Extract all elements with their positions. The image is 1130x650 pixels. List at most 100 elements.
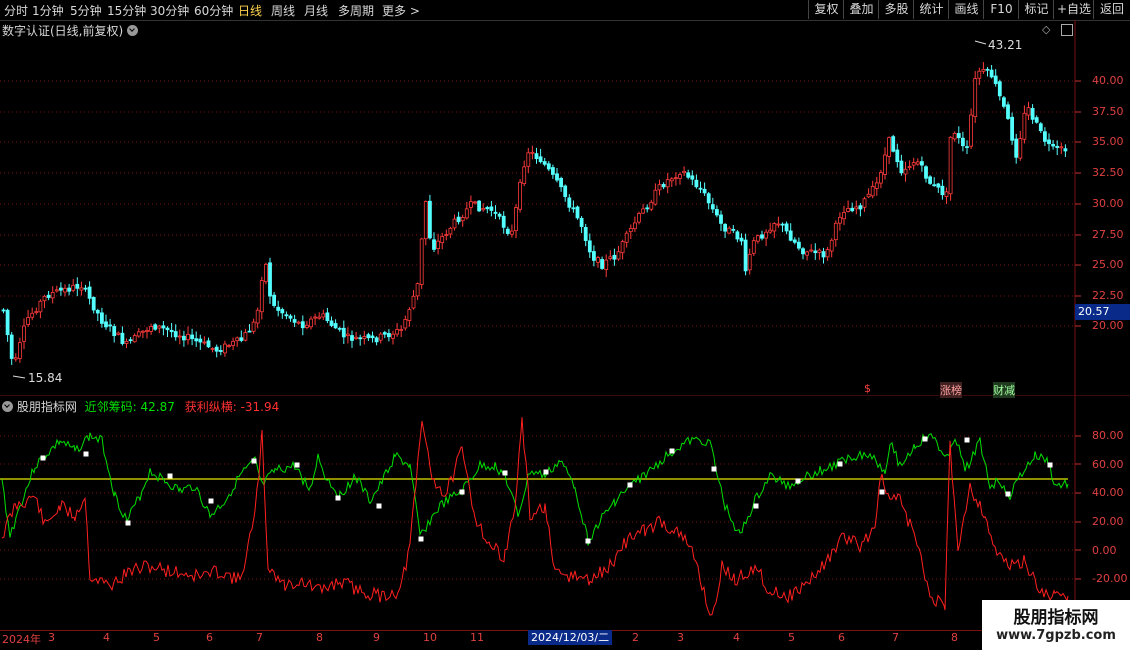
- candle-body: [678, 174, 682, 179]
- indicator-tick: 0.00: [1092, 544, 1117, 557]
- candle-body: [489, 206, 494, 211]
- candle-body: [83, 287, 88, 290]
- candle-body: [1026, 107, 1031, 116]
- candle-body: [862, 198, 867, 208]
- candle-body: [358, 337, 363, 340]
- x-label: 10: [423, 631, 437, 644]
- period-daily[interactable]: 日线: [238, 2, 262, 19]
- candle-body: [1002, 97, 1006, 107]
- candle-body: [973, 78, 978, 117]
- x-label: 6: [206, 631, 213, 644]
- back-button[interactable]: 返回: [1093, 0, 1130, 19]
- candle-body: [641, 208, 645, 214]
- statistics-button[interactable]: 统计: [913, 0, 949, 19]
- candle-body: [497, 213, 502, 217]
- period-monthly[interactable]: 月线: [304, 2, 328, 19]
- candle-body: [190, 334, 195, 340]
- candle-body: [797, 241, 801, 249]
- candle-body: [1063, 148, 1068, 152]
- candle-body: [1014, 138, 1019, 158]
- candle-body: [575, 206, 580, 219]
- candle-body: [38, 300, 43, 313]
- period-5min[interactable]: 5分钟: [70, 2, 102, 19]
- candle-body: [456, 216, 461, 223]
- indicator-tick: 20.00: [1092, 515, 1124, 528]
- candle-body: [858, 205, 863, 210]
- candle-body: [104, 321, 108, 328]
- candle-body: [460, 216, 465, 222]
- low-price-label: 15.84: [28, 371, 63, 385]
- candle-body: [587, 240, 592, 253]
- candle-body: [239, 337, 244, 341]
- candle-body: [813, 250, 818, 254]
- indicator-tick: 40.00: [1092, 486, 1124, 499]
- x-label: 4: [733, 631, 740, 644]
- candle-body: [1043, 131, 1047, 142]
- candle-body: [764, 231, 768, 239]
- candle-body: [493, 211, 498, 214]
- candle-body: [977, 70, 982, 79]
- candle-body: [231, 340, 236, 346]
- candle-body: [805, 251, 809, 256]
- candle-body: [1030, 108, 1035, 120]
- candle-body: [42, 295, 47, 302]
- period-intraday[interactable]: 分时: [4, 2, 28, 19]
- candle-body: [723, 223, 727, 232]
- period-1min[interactable]: 1分钟: [32, 2, 64, 19]
- candle-body: [50, 292, 55, 299]
- candle-body: [378, 333, 383, 341]
- candle-body: [883, 154, 887, 175]
- candle-body: [514, 207, 518, 232]
- candle-body: [760, 234, 764, 239]
- indicator-chart[interactable]: [0, 396, 1130, 630]
- candle-body: [915, 161, 920, 165]
- candle-body: [210, 348, 215, 350]
- candlestick-chart[interactable]: [0, 20, 1130, 396]
- candle-body: [1051, 143, 1055, 147]
- draw-line-button[interactable]: 画线: [948, 0, 984, 19]
- indicator-line-green: [1, 432, 1069, 546]
- candle-body: [1010, 116, 1014, 141]
- candle-body: [436, 240, 441, 249]
- candle-body: [276, 306, 281, 311]
- adjust-button[interactable]: 复权: [808, 0, 844, 19]
- candle-body: [149, 326, 154, 332]
- overlay-button[interactable]: 叠加: [843, 0, 879, 19]
- price-tick: 30.00: [1092, 197, 1124, 210]
- candle-body: [522, 166, 527, 184]
- signal-marker: [753, 503, 759, 509]
- candle-body: [706, 193, 711, 204]
- candle-body: [698, 187, 703, 190]
- f10-button[interactable]: F10: [983, 0, 1019, 19]
- indicator-tick: -20.00: [1092, 572, 1128, 585]
- candle-body: [936, 183, 941, 188]
- candle-body: [969, 114, 973, 147]
- candle-body: [473, 201, 477, 204]
- mark-button[interactable]: 标记: [1018, 0, 1054, 19]
- period-weekly[interactable]: 周线: [271, 2, 295, 19]
- add-favorite-button[interactable]: +自选: [1053, 0, 1094, 19]
- candle-body: [1034, 117, 1039, 123]
- period-15min[interactable]: 15分钟: [107, 2, 146, 19]
- candle-body: [247, 330, 252, 333]
- period-more[interactable]: 更多 >: [382, 2, 420, 19]
- candle-body: [891, 136, 896, 152]
- candle-body: [1, 309, 6, 312]
- candle-body: [948, 136, 953, 195]
- candle-body: [563, 185, 568, 197]
- period-60min[interactable]: 60分钟: [194, 2, 233, 19]
- period-multi[interactable]: 多周期: [338, 2, 374, 19]
- candle-body: [67, 287, 71, 292]
- candle-body: [768, 229, 773, 233]
- candle-body: [633, 222, 637, 230]
- candle-body: [112, 326, 117, 337]
- candle-body: [702, 188, 707, 194]
- multi-stock-button[interactable]: 多股: [878, 0, 914, 19]
- candle-body: [731, 228, 736, 231]
- period-30min[interactable]: 30分钟: [150, 2, 189, 19]
- candle-body: [235, 337, 240, 342]
- signal-marker: [1005, 491, 1011, 497]
- candle-body: [612, 254, 617, 260]
- dollar-marker[interactable]: $: [864, 382, 871, 395]
- signal-marker: [669, 448, 675, 454]
